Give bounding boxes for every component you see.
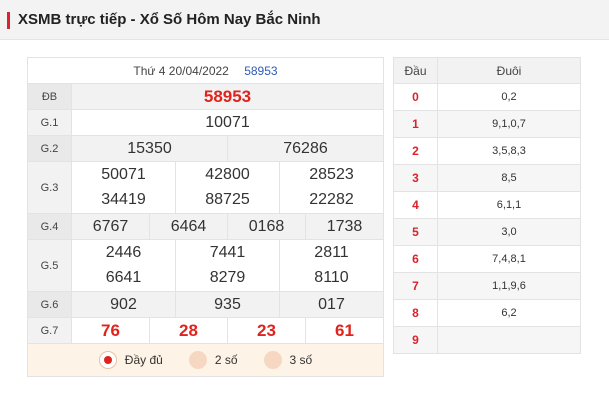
prize-row-g4: G.4 6767 6464 0168 1738 (27, 213, 384, 240)
prize-label: G.6 (27, 291, 72, 318)
prize-number: 7441 (209, 243, 246, 261)
draw-code-link[interactable]: 58953 (244, 64, 277, 78)
loto-head: 7 (393, 272, 438, 300)
prize-number: 902 (71, 291, 176, 318)
prize-row-g1: G.1 10071 (27, 109, 384, 136)
prize-number: 34419 (101, 191, 146, 209)
loto-tails: 1,1,9,6 (437, 272, 581, 300)
loto-tails: 8,5 (437, 164, 581, 192)
radio-2-digits[interactable]: 2 số (188, 351, 238, 369)
radio-label: Đầy đủ (124, 353, 163, 367)
prize-row-db: ĐB 58953 (27, 83, 384, 110)
prize-label: G.7 (27, 317, 72, 344)
loto-row: 4 6,1,1 (393, 191, 581, 219)
radio-unselected-icon[interactable] (188, 351, 207, 369)
prize-number: 28523 (309, 165, 354, 183)
page-title: XSMB trực tiếp - Xổ Số Hôm Nay Bắc Ninh (18, 11, 321, 28)
prize-number: 15350 (71, 135, 228, 162)
prize-row-g3: G.3 50071 34419 42800 88725 28523 22282 (27, 161, 384, 214)
prize-number: 8279 (209, 269, 246, 287)
loto-row: 1 9,1,0,7 (393, 110, 581, 138)
prize-number: 88725 (205, 191, 250, 209)
prize-number: 6641 (105, 269, 142, 287)
results-table: Thứ 4 20/04/2022 58953 ĐB 58953 G.1 1007… (27, 57, 384, 377)
loto-head: 2 (393, 137, 438, 165)
prize-number: 2811 (314, 243, 349, 261)
prize-number: 2446 (105, 243, 142, 261)
prize-number: 76286 (227, 135, 384, 162)
display-mode-radio-group: Đầy đủ 2 số 3 số (28, 351, 383, 369)
loto-header-row: Đầu Đuôi (393, 57, 581, 84)
loto-tails: 6,2 (437, 299, 581, 327)
loto-row: 2 3,5,8,3 (393, 137, 581, 165)
prize-number: 22282 (309, 191, 354, 209)
loto-head: 0 (393, 83, 438, 111)
radio-label: 2 số (214, 353, 238, 367)
prize-number: 10071 (71, 109, 384, 136)
prize-number: 8110 (314, 269, 349, 287)
loto-head: 1 (393, 110, 438, 138)
loto-head: 3 (393, 164, 438, 192)
prize-label: G.2 (27, 135, 72, 162)
prize-number: 017 (279, 291, 384, 318)
loto-row: 8 6,2 (393, 299, 581, 327)
prize-number: 0168 (227, 213, 306, 240)
page-header: XSMB trực tiếp - Xổ Số Hôm Nay Bắc Ninh (0, 0, 609, 40)
prize-label: G.3 (27, 161, 72, 214)
loto-row: 6 7,4,8,1 (393, 245, 581, 273)
prize-number: 76 (71, 317, 150, 344)
loto-head: 5 (393, 218, 438, 246)
prize-label: ĐB (27, 83, 72, 110)
loto-row: 0 0,2 (393, 83, 581, 111)
loto-head: 4 (393, 191, 438, 219)
radio-selected-icon[interactable] (98, 351, 117, 369)
loto-head: 8 (393, 299, 438, 327)
prize-row-g7: G.7 76 28 23 61 (27, 317, 384, 344)
draw-date: Thứ 4 20/04/2022 (133, 63, 229, 78)
radio-3-digits[interactable]: 3 số (263, 351, 313, 369)
head-column-label: Đầu (393, 57, 438, 84)
radio-label: 3 số (289, 353, 313, 367)
loto-row: 5 3,0 (393, 218, 581, 246)
prize-number: 61 (305, 317, 384, 344)
radio-full[interactable]: Đầy đủ (98, 351, 163, 369)
prize-row-g5: G.5 2446 6641 7441 8279 2811 8110 (27, 239, 384, 292)
loto-tails (437, 326, 581, 354)
prize-label: G.1 (27, 109, 72, 136)
loto-tails: 0,2 (437, 83, 581, 111)
loto-row: 3 8,5 (393, 164, 581, 192)
radio-unselected-icon[interactable] (263, 351, 282, 369)
prize-number: 42800 (205, 165, 250, 183)
loto-tails: 6,1,1 (437, 191, 581, 219)
header-accent-bar (7, 12, 10, 29)
loto-tails: 9,1,0,7 (437, 110, 581, 138)
display-options-row: Đầy đủ 2 số 3 số (27, 343, 384, 377)
loto-head: 9 (393, 326, 438, 354)
prize-number: 23 (227, 317, 306, 344)
prize-number: 6767 (71, 213, 150, 240)
prize-label: G.4 (27, 213, 72, 240)
loto-row: 9 (393, 326, 581, 354)
prize-row-g6: G.6 902 935 017 (27, 291, 384, 318)
prize-number: 935 (175, 291, 280, 318)
loto-head: 6 (393, 245, 438, 273)
loto-table: Đầu Đuôi 0 0,2 1 9,1,0,7 2 3,5,8,3 3 8,5… (393, 57, 581, 354)
prize-row-g2: G.2 15350 76286 (27, 135, 384, 162)
loto-tails: 7,4,8,1 (437, 245, 581, 273)
loto-row: 7 1,1,9,6 (393, 272, 581, 300)
prize-number: 28 (149, 317, 228, 344)
prize-label: G.5 (27, 239, 72, 292)
prize-number: 50071 (101, 165, 146, 183)
prize-number: 1738 (305, 213, 384, 240)
prize-number: 6464 (149, 213, 228, 240)
tail-column-label: Đuôi (437, 57, 581, 84)
special-prize-number: 58953 (71, 83, 384, 110)
draw-date-row: Thứ 4 20/04/2022 58953 (27, 57, 384, 84)
loto-tails: 3,5,8,3 (437, 137, 581, 165)
loto-tails: 3,0 (437, 218, 581, 246)
